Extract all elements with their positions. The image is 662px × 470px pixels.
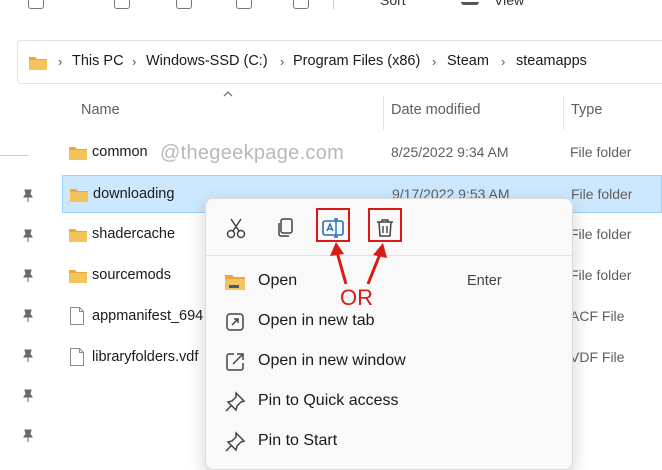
pin-icon[interactable] [22,189,34,203]
watermark: @thegeekpage.com [160,142,345,164]
sort-up-icon [223,91,233,97]
file-date: 8/25/2022 9:34 AM [391,144,509,160]
file-type: VDF File [570,349,625,365]
menu-item-label: Pin to Start [258,432,338,449]
file-icon [70,348,84,366]
chevron-right-icon: › [132,54,137,69]
column-header-date[interactable]: Date modified [391,102,480,118]
cut-icon[interactable] [223,215,249,241]
file-type: File folder [570,267,632,283]
file-name: shadercache [92,226,176,242]
folder-icon [69,147,87,160]
menu-item-label: Open in new tab [258,312,375,329]
pin-icon[interactable] [22,429,34,443]
folder-icon [29,57,47,70]
context-menu: Open Enter Open in new tab Open in new w… [205,198,573,470]
menu-item-label: Open [258,272,298,289]
breadcrumb-program-files[interactable]: Program Files (x86) [293,53,420,69]
file-type: File folder [571,186,633,202]
rename-icon[interactable] [320,215,346,241]
toolbar-separator [333,0,334,9]
column-header-name[interactable]: Name [81,102,120,118]
file-type: File folder [570,144,632,160]
menu-item-label: Pin to Quick access [258,392,399,409]
delete-icon[interactable] [372,215,398,241]
cut-toolbar-icon[interactable] [114,0,130,9]
annotation-arrows [330,242,387,285]
column-divider[interactable] [383,96,384,130]
folder-icon [69,229,87,242]
pin-icon [225,431,246,452]
annotation-or-label: OR [340,285,373,310]
paste-toolbar-icon[interactable] [236,0,252,9]
menu-item-open-new-tab[interactable]: Open in new tab [206,302,572,342]
menu-item-open-new-window[interactable]: Open in new window [206,342,572,382]
copy-toolbar-icon[interactable] [176,0,192,9]
menu-item-pin-start[interactable]: Pin to Start [206,422,572,462]
pin-icon[interactable] [22,229,34,243]
chevron-right-icon: › [58,54,63,69]
sort-button[interactable]: Sort [380,0,406,8]
folder-icon [69,270,87,283]
menu-item-shortcut: Enter [467,273,502,289]
column-header-type[interactable]: Type [571,102,602,118]
chevron-right-icon: › [280,54,285,69]
pin-icon[interactable] [22,349,34,363]
view-lines-icon [461,2,479,5]
file-name: downloading [93,186,175,202]
copy-icon[interactable] [273,215,299,241]
file-row[interactable]: common 8/25/2022 9:34 AM File folder [62,134,662,172]
file-name: libraryfolders.vdf [92,349,199,365]
nav-pane-divider [0,155,28,156]
pin-icon[interactable] [22,269,34,283]
file-type: ACF File [570,308,625,324]
view-button[interactable]: View [494,0,524,8]
new-tab-icon [226,313,244,331]
breadcrumb-this-pc[interactable]: This PC [72,53,124,69]
column-divider[interactable] [563,96,564,130]
pin-icon [225,391,246,412]
file-icon [70,307,84,325]
menu-item-label: Open in new window [258,352,406,369]
file-name: common [92,144,148,160]
chevron-right-icon: › [432,54,437,69]
folder-icon [70,189,88,202]
command-bar: Sort View [0,0,662,10]
file-name: appmanifest_694 [92,308,204,324]
chevron-right-icon: › [501,54,506,69]
breadcrumb-drive[interactable]: Windows-SSD (C:) [146,53,268,69]
breadcrumb-steam[interactable]: Steam [447,53,489,69]
pin-icon[interactable] [22,389,34,403]
menu-item-pin-quick-access[interactable]: Pin to Quick access [206,382,572,422]
delete-toolbar-icon[interactable] [293,0,309,9]
file-type: File folder [570,226,632,242]
new-window-icon [226,353,244,371]
pin-icon[interactable] [22,309,34,323]
new-icon[interactable] [28,0,44,9]
file-name: sourcemods [92,267,171,283]
breadcrumb-steamapps[interactable]: steamapps [516,53,587,69]
address-bar[interactable]: › This PC › Windows-SSD (C:) › Program F… [17,40,662,84]
folder-icon [225,275,245,290]
